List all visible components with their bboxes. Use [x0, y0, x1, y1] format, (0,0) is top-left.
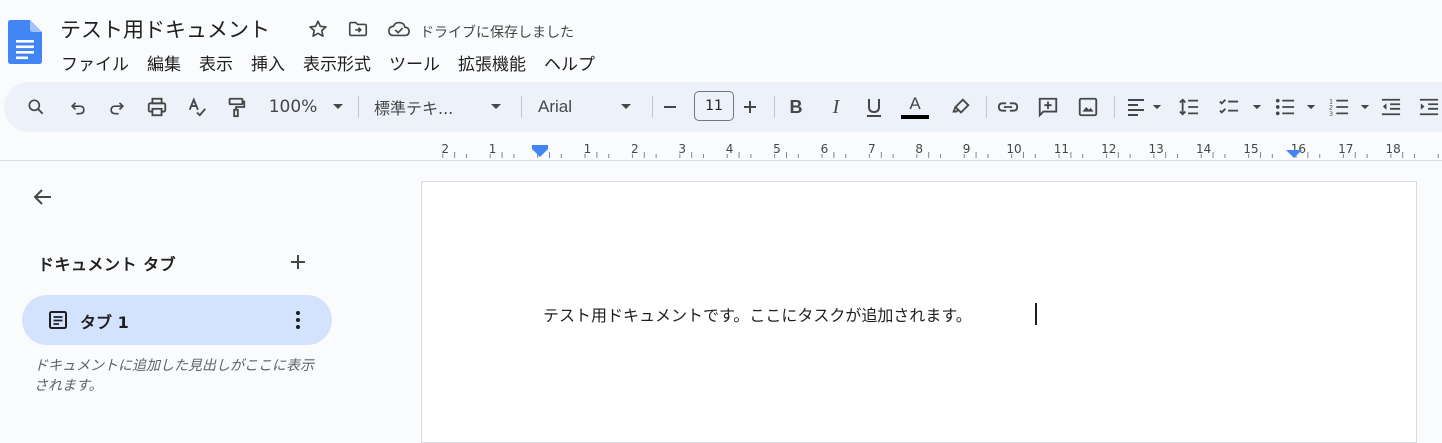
docs-logo-icon[interactable] [8, 20, 42, 64]
tab-label: タブ 1 [80, 313, 129, 332]
ruler-label: 11 [1054, 142, 1069, 156]
ruler-label: 10 [1006, 142, 1021, 156]
document-title[interactable]: テスト用ドキュメント [60, 14, 270, 44]
save-status: ドライブに保存しました [420, 25, 574, 41]
left-indent-marker-icon[interactable] [532, 145, 548, 157]
ruler-label: 2 [631, 142, 639, 156]
toolbar: 100% 標準テキ... Arial 11 B I A 1 2 3 [4, 82, 1442, 132]
link-icon[interactable] [994, 94, 1022, 120]
font-dropdown-icon[interactable] [618, 94, 634, 120]
toolbar-divider [358, 96, 359, 118]
ruler-label: 1 [584, 142, 592, 156]
bulleted-list-icon[interactable] [1272, 94, 1298, 120]
tabs-heading: ドキュメント タブ [38, 255, 177, 274]
horizontal-ruler[interactable]: 2 1 1 2 3 4 5 6 7 8 9 10 11 12 13 14 15 16 17 18 [420, 140, 1442, 162]
zoom-dropdown-icon[interactable] [330, 94, 346, 120]
menu-extensions[interactable]: 拡張機能 [449, 48, 535, 77]
app-header: テスト用ドキュメント ドライブに保存しました ファイル 編集 表示 挿入 表示形… [0, 0, 1442, 80]
menu-tools[interactable]: ツール [380, 48, 449, 77]
align-dropdown-icon[interactable] [1150, 94, 1164, 120]
zoom-select[interactable]: 100% [264, 94, 322, 120]
back-arrow-icon[interactable] [30, 184, 56, 210]
menu-help[interactable]: ヘルプ [535, 48, 604, 77]
decrease-indent-icon[interactable] [1378, 94, 1404, 120]
menu-format[interactable]: 表示形式 [294, 48, 380, 77]
bulleted-list-dropdown-icon[interactable] [1304, 94, 1318, 120]
toolbar-divider [774, 96, 775, 118]
text-color-icon[interactable]: A [900, 94, 930, 120]
italic-icon[interactable]: I [824, 94, 848, 120]
ruler-label: 13 [1149, 142, 1164, 156]
toolbar-divider [521, 96, 522, 118]
ruler-label: 15 [1243, 142, 1258, 156]
menu-bar: ファイル 編集 表示 挿入 表示形式 ツール 拡張機能 ヘルプ [52, 48, 604, 77]
zoom-value: 100% [268, 97, 318, 117]
toolbar-divider [986, 96, 987, 118]
font-select[interactable]: Arial [538, 94, 618, 120]
more-options-icon[interactable] [286, 307, 310, 333]
ruler-label: 9 [963, 142, 971, 156]
line-spacing-icon[interactable] [1176, 94, 1202, 120]
sidebar-hint-text: ドキュメントに追加した見出しがここに表示されます。 [34, 358, 314, 394]
increase-font-size-icon[interactable] [740, 94, 760, 120]
document-tab-icon [46, 308, 70, 332]
ruler-scale: 2 1 1 2 3 4 5 6 7 8 9 10 11 12 13 14 15 16 17 18 [441, 142, 1439, 158]
ruler-label: 17 [1338, 142, 1353, 156]
ruler-label: 1 [489, 142, 497, 156]
bold-icon[interactable]: B [784, 94, 808, 120]
text-cursor [1035, 303, 1037, 325]
ruler-label: 8 [915, 142, 923, 156]
ruler-label: 6 [821, 142, 829, 156]
print-icon[interactable] [144, 94, 170, 120]
decrease-font-size-icon[interactable] [660, 94, 680, 120]
align-left-icon[interactable] [1124, 94, 1148, 120]
move-to-folder-icon[interactable] [345, 16, 371, 42]
search-icon[interactable] [24, 94, 48, 120]
numbered-list-dropdown-icon[interactable] [1358, 94, 1372, 120]
style-dropdown-icon[interactable] [488, 94, 504, 120]
underline-icon[interactable] [862, 94, 886, 120]
menu-view[interactable]: 表示 [190, 48, 242, 77]
document-body-text[interactable]: テスト用ドキュメントです。ここにタスクが追加されます。 [543, 302, 972, 326]
ruler-label: 12 [1101, 142, 1116, 156]
ruler-label: 14 [1196, 142, 1211, 156]
add-tab-button[interactable] [286, 250, 310, 274]
highlight-icon[interactable] [948, 94, 974, 120]
star-icon[interactable] [305, 16, 331, 42]
menu-insert[interactable]: 挿入 [242, 48, 294, 77]
menu-edit[interactable]: 編集 [138, 48, 190, 77]
comment-icon[interactable] [1034, 94, 1062, 120]
undo-icon[interactable] [66, 94, 90, 120]
ruler-label: 18 [1386, 142, 1401, 156]
numbered-list-icon[interactable]: 123 [1326, 94, 1352, 120]
ruler-label: 2 [441, 142, 449, 156]
document-page[interactable]: テスト用ドキュメントです。ここにタスクが追加されます。 [421, 181, 1417, 443]
ruler-label: 3 [678, 142, 686, 156]
ruler-label: 4 [726, 142, 734, 156]
spellcheck-icon[interactable] [184, 94, 210, 120]
svg-text:3: 3 [1329, 111, 1333, 117]
checklist-icon[interactable] [1216, 94, 1242, 120]
style-select[interactable]: 標準テキ... [374, 94, 474, 120]
paint-format-icon[interactable] [223, 94, 249, 120]
toolbar-divider [652, 96, 653, 118]
checklist-dropdown-icon[interactable] [1250, 94, 1264, 120]
ruler-label: 7 [868, 142, 876, 156]
redo-icon[interactable] [105, 94, 129, 120]
style-value: 標準テキ... [374, 99, 454, 118]
image-icon[interactable] [1074, 94, 1102, 120]
font-size-input[interactable]: 11 [694, 91, 734, 121]
font-value: Arial [538, 97, 573, 116]
increase-indent-icon[interactable] [1416, 94, 1442, 120]
sidebar-tab-1[interactable]: タブ 1 [22, 295, 332, 345]
toolbar-divider [1114, 96, 1115, 118]
cloud-saved-icon[interactable] [386, 16, 412, 42]
ruler-label: 5 [773, 142, 781, 156]
menu-file[interactable]: ファイル [52, 48, 138, 77]
